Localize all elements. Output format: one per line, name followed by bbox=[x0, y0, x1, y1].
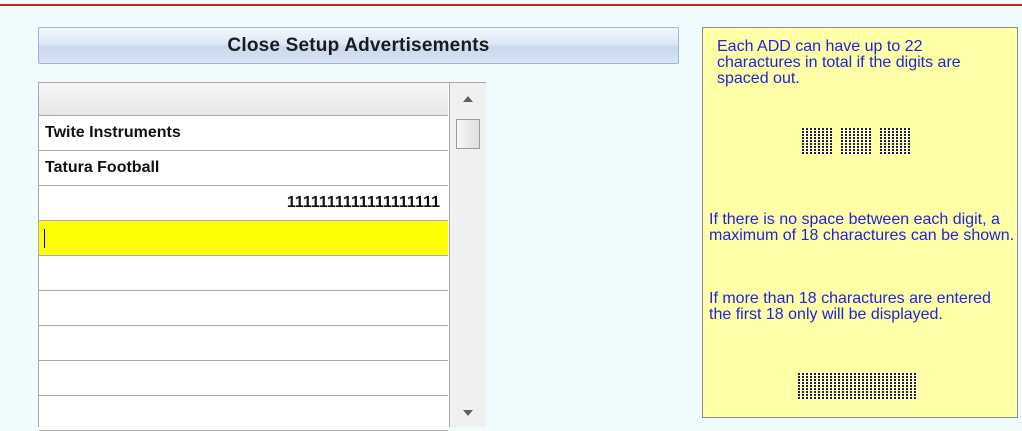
scroll-thumb[interactable] bbox=[456, 119, 480, 149]
info-text-truncate: If more than 18 charactures are entered … bbox=[709, 290, 991, 323]
ad-row-6[interactable] bbox=[39, 291, 448, 326]
text-caret bbox=[44, 229, 45, 248]
unspaced-digits-sample-icon bbox=[798, 373, 918, 399]
scroll-down-arrow-icon[interactable] bbox=[450, 401, 486, 425]
page-title: Close Setup Advertisements bbox=[227, 34, 490, 56]
ad-row-2[interactable]: Tatura Football bbox=[39, 151, 448, 186]
info-text-no-space: If there is no space between each digit,… bbox=[709, 211, 1015, 244]
advertisement-rows: Twite Instruments Tatura Football 111111… bbox=[39, 83, 448, 431]
ad-row-8[interactable] bbox=[39, 361, 448, 396]
ad-row-7[interactable] bbox=[39, 326, 448, 361]
info-text-spaced: Each ADD can have up to 22 charactures i… bbox=[717, 38, 961, 87]
close-setup-advertisements-button[interactable]: Close Setup Advertisements bbox=[38, 27, 679, 64]
top-divider bbox=[0, 0, 1022, 6]
advertisement-list: Twite Instruments Tatura Football 111111… bbox=[38, 82, 486, 431]
info-panel: Each ADD can have up to 22 charactures i… bbox=[702, 27, 1018, 418]
list-scrollbar[interactable] bbox=[449, 83, 486, 427]
list-header bbox=[39, 83, 448, 116]
ad-row-5[interactable] bbox=[39, 256, 448, 291]
ad-row-9[interactable] bbox=[39, 396, 448, 431]
ad-row-4-editing[interactable] bbox=[39, 221, 448, 256]
scroll-up-arrow-icon[interactable] bbox=[450, 87, 486, 111]
ad-row-3[interactable]: 1111111111111111111 bbox=[39, 186, 448, 221]
spaced-digits-sample-icon bbox=[802, 128, 910, 154]
ad-row-1[interactable]: Twite Instruments bbox=[39, 116, 448, 151]
